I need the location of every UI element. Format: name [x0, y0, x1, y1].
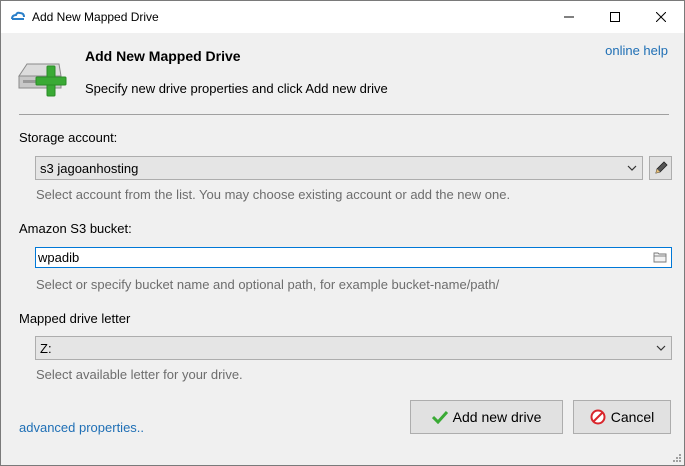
folder-icon[interactable] — [653, 250, 667, 264]
app-cloud-icon — [11, 11, 25, 20]
title-bar: Add New Mapped Drive — [1, 1, 684, 33]
advanced-properties-link[interactable]: advanced properties.. — [19, 420, 144, 435]
chevron-down-icon — [656, 345, 666, 351]
dialog-window: Add New Mapped Drive Add New Mapped Driv… — [0, 0, 685, 466]
drive-letter-hint: Select available letter for your drive. — [36, 367, 243, 382]
resize-grip-icon[interactable] — [672, 453, 682, 463]
bucket-hint: Select or specify bucket name and option… — [36, 277, 500, 292]
storage-account-hint: Select account from the list. You may ch… — [36, 187, 511, 202]
pencil-icon — [654, 161, 668, 174]
drive-letter-select[interactable]: Z: — [35, 336, 672, 360]
maximize-button[interactable] — [592, 1, 638, 33]
close-icon — [656, 12, 666, 22]
add-new-drive-button[interactable]: Add new drive — [410, 400, 563, 434]
minimize-icon — [564, 16, 574, 18]
drive-letter-value: Z: — [40, 341, 52, 356]
edit-account-button[interactable] — [649, 156, 672, 180]
storage-account-label: Storage account: — [19, 130, 118, 145]
header-subtitle: Specify new drive properties and click A… — [85, 81, 388, 96]
cancel-button[interactable]: Cancel — [573, 400, 671, 434]
online-help-link[interactable]: online help — [605, 43, 668, 58]
bucket-label: Amazon S3 bucket: — [19, 221, 132, 236]
cancel-label: Cancel — [610, 409, 655, 425]
chevron-down-icon — [627, 165, 637, 171]
header-divider — [19, 114, 669, 115]
storage-account-select[interactable]: s3 jagoanhosting — [35, 156, 643, 180]
bucket-input[interactable] — [38, 249, 638, 266]
header-title: Add New Mapped Drive — [85, 48, 241, 64]
bucket-field[interactable] — [35, 247, 672, 268]
window-title: Add New Mapped Drive — [32, 10, 159, 24]
close-button[interactable] — [638, 1, 684, 33]
storage-account-value: s3 jagoanhosting — [40, 161, 139, 176]
add-new-drive-label: Add new drive — [452, 409, 542, 425]
maximize-icon — [610, 12, 620, 22]
drive-letter-label: Mapped drive letter — [19, 311, 131, 326]
checkmark-icon — [431, 410, 448, 424]
cancel-icon — [590, 409, 606, 425]
add-drive-icon — [18, 63, 67, 97]
minimize-button[interactable] — [546, 1, 592, 33]
